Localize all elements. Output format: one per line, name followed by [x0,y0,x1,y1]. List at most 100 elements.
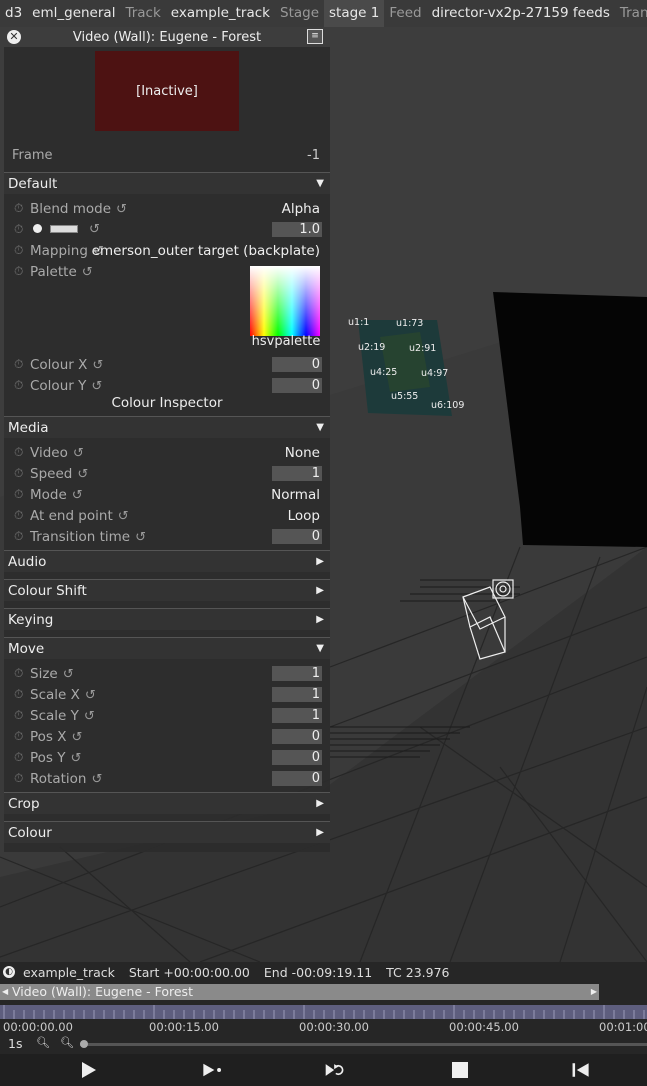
scale-y-value[interactable]: 1 [272,708,322,723]
clock-icon[interactable]: ⏱ [14,378,23,393]
zoom-out-icon[interactable]: 🔍︎ [36,1036,50,1049]
loop-icon[interactable] [324,1060,346,1080]
reset-icon[interactable]: ↺ [91,379,102,394]
pos-x-value[interactable]: 0 [272,729,322,744]
size-value[interactable]: 1 [272,666,322,681]
colour-y-value[interactable]: 0 [272,378,322,393]
collapse-down-icon: ▼ [316,422,324,433]
stop-icon[interactable] [450,1060,472,1080]
reset-icon[interactable]: ↺ [91,772,102,787]
brightness-value[interactable]: 1.0 [272,222,322,237]
clock-icon[interactable]: ⏱ [14,201,23,216]
colour-x-label: Colour X [30,356,88,373]
expand-right-icon: ▶ [316,556,324,567]
topbar-feed-value[interactable]: director-vx2p-27159 feeds [427,0,615,27]
topbar-app[interactable]: d3 [0,0,27,27]
section-colour[interactable]: Colour ▶ [4,821,330,843]
close-icon[interactable]: ✕ [7,30,21,44]
clock-icon[interactable]: ⏱ [14,445,23,460]
clock-icon[interactable]: ⏱ [14,487,23,502]
zoom-in-icon[interactable]: 🔍︎ [60,1036,74,1049]
clock-icon[interactable]: ⏱ [14,357,23,372]
topbar-track-value[interactable]: example_track [166,0,275,27]
reset-icon[interactable]: ↺ [82,265,93,280]
expand-right-icon: ▶ [316,798,324,809]
return-to-start-icon[interactable] [570,1060,592,1080]
reset-icon[interactable]: ↺ [73,446,84,461]
layer-name: Video (Wall): Eugene - Forest [12,984,193,999]
zoom-slider[interactable] [80,1043,647,1046]
section-default[interactable]: Default ▼ [4,172,330,194]
mapping-value[interactable]: emerson_outer target (backplate) [92,243,320,259]
palette-label: Palette [30,263,77,280]
clock-icon[interactable]: ⏱ [14,687,23,702]
row-rotation: ⏱ Rotation ↺ 0 [4,768,330,789]
mode-value[interactable]: Normal [271,487,320,503]
reset-icon[interactable]: ↺ [85,688,96,703]
blend-mode-value[interactable]: Alpha [282,201,320,217]
layer-bar[interactable]: ◀ Video (Wall): Eugene - Forest ▶ [0,984,599,1000]
pos-y-value[interactable]: 0 [272,750,322,765]
topbar-project[interactable]: eml_general [27,0,120,27]
colour-x-value[interactable]: 0 [272,357,322,372]
colour-inspector-button[interactable]: Colour Inspector [4,395,330,411]
reset-icon[interactable]: ↺ [116,202,127,217]
row-brightness: ⏱ ↺ 1.0 [4,219,330,240]
reset-icon[interactable]: ↺ [72,730,83,745]
clock-icon[interactable]: ⏱ [14,466,23,481]
scale-x-value[interactable]: 1 [272,687,322,702]
zoom-slider-handle[interactable] [80,1040,88,1048]
clock-icon[interactable]: ⏱ [14,508,23,523]
timeline-ruler[interactable]: 00:00:00.00 00:00:15.00 00:00:30.00 00:0… [0,1020,647,1034]
rotation-value[interactable]: 0 [272,771,322,786]
clock-icon[interactable]: ⏱ [14,243,23,258]
section-media[interactable]: Media ▼ [4,416,330,438]
topbar-feed-label: Feed [389,5,422,21]
clock-icon[interactable]: ⏱ [14,708,23,723]
play-to-end-icon[interactable] [201,1060,223,1080]
reset-icon[interactable]: ↺ [92,358,103,373]
clock-icon[interactable]: ⏱ [14,771,23,786]
reset-icon[interactable]: ↺ [77,467,88,482]
section-colour-shift[interactable]: Colour Shift ▶ [4,579,330,601]
editor-header[interactable]: ✕ Video (Wall): Eugene - Forest ≡ [4,27,330,47]
transition-time-value[interactable]: 0 [272,529,322,544]
clock-icon[interactable]: ⏱ [14,529,23,544]
reset-icon[interactable]: ↺ [84,709,95,724]
section-keying[interactable]: Keying ▶ [4,608,330,630]
screen-label-u1-1: u1:1 [348,317,370,328]
track-name[interactable]: example_track [23,965,115,980]
section-move[interactable]: Move ▼ [4,637,330,659]
play-icon[interactable] [78,1060,100,1080]
reset-icon[interactable]: ↺ [63,667,74,682]
pos-x-label: Pos X [30,728,67,745]
section-audio[interactable]: Audio ▶ [4,550,330,572]
ruler-label-0: 00:00:00.00 [3,1020,73,1034]
clock-icon[interactable]: ⏱ [14,750,23,765]
timeline-ticks[interactable] [0,1005,647,1019]
reset-icon[interactable]: ↺ [89,222,100,237]
reset-icon[interactable]: ↺ [71,751,82,766]
section-colour-label: Colour [8,824,52,841]
timeline-panel: ◐ example_track Start +00:00:00.00 End -… [0,962,647,1086]
section-crop[interactable]: Crop ▶ [4,792,330,814]
topbar-stage-value[interactable]: stage 1 [324,0,385,27]
video-value[interactable]: None [285,445,320,461]
topbar-transport[interactable]: Transport [615,0,647,27]
reset-icon[interactable]: ↺ [118,509,129,524]
layer-left-arrow-icon[interactable]: ◀ [2,984,8,1000]
clock-icon[interactable]: ⏱ [14,264,23,279]
clock-icon[interactable]: ⏱ [14,729,23,744]
reset-icon[interactable]: ↺ [135,530,146,545]
layer-right-arrow-icon[interactable]: ▶ [591,984,597,1000]
clock-icon[interactable]: ⏱ [14,666,23,681]
track-tc: TC 23.976 [386,964,450,980]
clock-icon[interactable]: ⏱ [14,222,23,237]
track-icon[interactable]: ◐ [3,966,15,978]
palette-swatch[interactable] [250,266,320,336]
at-end-point-value[interactable]: Loop [288,508,320,524]
mode-label: Mode [30,486,67,503]
speed-value[interactable]: 1 [272,466,322,481]
reset-icon[interactable]: ↺ [72,488,83,503]
notes-icon[interactable]: ≡ [307,29,323,44]
